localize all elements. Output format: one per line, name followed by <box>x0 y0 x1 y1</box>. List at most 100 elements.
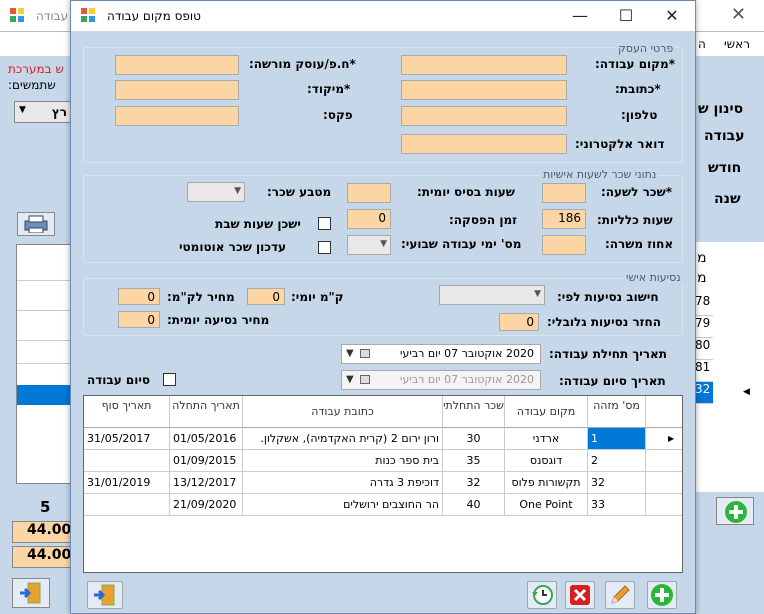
job-percent-input[interactable] <box>542 235 586 255</box>
cell-pay[interactable]: 35 <box>443 450 505 472</box>
cell-pay[interactable]: 40 <box>443 494 505 516</box>
phone-label: טלפון: <box>621 108 658 122</box>
filter-opt-work[interactable]: עבודה <box>704 128 745 144</box>
edit-button[interactable] <box>605 581 635 609</box>
cell-address[interactable]: הר החוצבים ירושלים <box>243 494 443 516</box>
cell-address[interactable]: דוכיפת 3 גדרה <box>243 472 443 494</box>
maximize-button[interactable]: ☐ <box>603 1 649 31</box>
cell-id[interactable]: 33 <box>588 494 646 516</box>
travel-legend: נסיעות אישי <box>624 271 683 284</box>
menu-item-2[interactable]: ה <box>698 37 706 51</box>
workdays-label: מס' ימי עבודה שבועי: <box>401 237 522 251</box>
col-header-end[interactable]: תאריך סוף <box>84 396 170 428</box>
hourly-input[interactable] <box>542 183 586 203</box>
cell-id[interactable]: 1 <box>588 428 646 450</box>
row-header[interactable] <box>646 494 682 516</box>
daily-price-input[interactable]: 0 <box>118 311 160 328</box>
add-button[interactable] <box>647 581 677 609</box>
refund-input[interactable]: 0 <box>499 313 539 331</box>
cell-place[interactable]: One Point <box>505 494 588 516</box>
row-header[interactable] <box>646 450 682 472</box>
travel-calc-label: חישוב נסיעות לפי: <box>557 290 659 304</box>
job-percent-label: אחוז משרה: <box>605 237 674 251</box>
email-input[interactable] <box>401 134 567 154</box>
cell-place[interactable]: דוגסנס <box>505 450 588 472</box>
main-exit-button[interactable] <box>12 578 50 608</box>
main-combo[interactable]: ▼ רץ <box>14 101 72 123</box>
col-header-id[interactable]: מס' מזהה <box>588 396 646 428</box>
main-add-button[interactable] <box>716 497 754 525</box>
km-daily-input[interactable]: 0 <box>247 288 285 305</box>
row-pointer-icon: ◀ <box>743 387 750 397</box>
fax-input[interactable] <box>115 106 239 126</box>
list-row[interactable]: 81 <box>693 360 713 382</box>
cell-address[interactable]: ורון ירום 2 (קרית האקדמיה), אשקלון. <box>243 428 443 450</box>
cell-place[interactable]: תקשורות פלוס <box>505 472 588 494</box>
travel-calc-combo[interactable]: ▼ <box>439 285 545 305</box>
col-header-place[interactable]: מקום עבודה <box>505 396 588 428</box>
fax-label: פקס: <box>323 108 353 122</box>
km-price-input[interactable]: 0 <box>118 288 160 305</box>
workplace-dialog: טופס מקום עבודה — ☐ ✕ פרטי העסק *מקום עב… <box>70 0 696 614</box>
workplace-input[interactable] <box>401 55 567 75</box>
filter-opt-year[interactable]: שנה <box>714 191 741 207</box>
amount-1: 44.00 <box>12 521 72 543</box>
salary-legend: נתוני שכר לשעות אישיות <box>541 168 659 181</box>
cell-end[interactable]: 31/05/2017 <box>84 428 170 450</box>
users-label: שתמשים: <box>8 78 56 92</box>
delete-button[interactable] <box>565 581 595 609</box>
saturday-checkbox[interactable] <box>318 217 331 230</box>
cell-start[interactable]: 13/12/2017 <box>170 472 243 494</box>
zip-input[interactable] <box>115 80 239 100</box>
currency-combo[interactable]: ▼ <box>187 182 245 202</box>
end-date-label: תאריך סיום עבודה: <box>559 374 666 388</box>
app-icon <box>81 8 95 22</box>
cell-end[interactable]: 31/01/2019 <box>84 472 170 494</box>
dialog-title-bar: טופס מקום עבודה — ☐ ✕ <box>71 1 695 31</box>
cell-start[interactable]: 01/09/2015 <box>170 450 243 472</box>
minimize-button[interactable]: — <box>557 1 603 31</box>
plus-icon <box>725 501 747 523</box>
col-header-pay[interactable]: שכר התחלתי <box>443 396 505 428</box>
main-close-icon[interactable]: ✕ <box>731 4 746 25</box>
list-row-selected[interactable]: 32 <box>693 382 713 404</box>
end-date-picker[interactable]: ▼ 2020 אוקטובר 07 יום רביעי <box>341 370 541 390</box>
finished-checkbox[interactable] <box>163 373 176 386</box>
base-hours-input[interactable] <box>347 183 391 203</box>
col-header-address[interactable]: כתובת עבודה <box>243 396 443 428</box>
cell-id[interactable]: 2 <box>588 450 646 472</box>
filter-opt-month[interactable]: חודש <box>708 160 741 176</box>
history-button[interactable] <box>527 581 557 609</box>
refund-label: החזר נסיעות גלובלי: <box>547 315 661 329</box>
cell-pay[interactable]: 30 <box>443 428 505 450</box>
col-header-start[interactable]: תאריך התחלה <box>170 396 243 428</box>
exit-button[interactable] <box>87 581 123 609</box>
main-list-left <box>16 244 72 484</box>
cell-address[interactable]: בית ספר כנות <box>243 450 443 472</box>
address-input[interactable] <box>401 80 567 100</box>
list-row[interactable]: 78 <box>693 294 713 316</box>
row-header[interactable]: ▶ <box>646 428 682 450</box>
cell-pay[interactable]: 32 <box>443 472 505 494</box>
cell-end[interactable] <box>84 450 170 472</box>
list-row[interactable]: 80 <box>693 338 713 360</box>
company-id-input[interactable] <box>115 55 239 75</box>
start-date-picker[interactable]: ▼ 2020 אוקטובר 07 יום רביעי <box>341 344 541 364</box>
workdays-combo[interactable]: ▼ <box>347 235 391 255</box>
cell-place[interactable]: ארדני <box>505 428 588 450</box>
list-row[interactable]: 79 <box>693 316 713 338</box>
break-input[interactable]: 0 <box>347 209 391 229</box>
system-status: ש במערכת <box>8 62 64 76</box>
row-header[interactable] <box>646 472 682 494</box>
printer-button[interactable] <box>17 212 55 236</box>
business-legend: פרטי העסק <box>616 42 676 55</box>
menu-item-main[interactable]: ראשי <box>724 37 750 51</box>
auto-update-checkbox[interactable] <box>318 241 331 254</box>
cell-start[interactable]: 21/09/2020 <box>170 494 243 516</box>
total-hours-input[interactable]: 186 <box>542 209 586 229</box>
cell-start[interactable]: 01/05/2016 <box>170 428 243 450</box>
phone-input[interactable] <box>401 106 567 126</box>
cell-end[interactable] <box>84 494 170 516</box>
cell-id[interactable]: 32 <box>588 472 646 494</box>
close-button[interactable]: ✕ <box>649 1 695 31</box>
